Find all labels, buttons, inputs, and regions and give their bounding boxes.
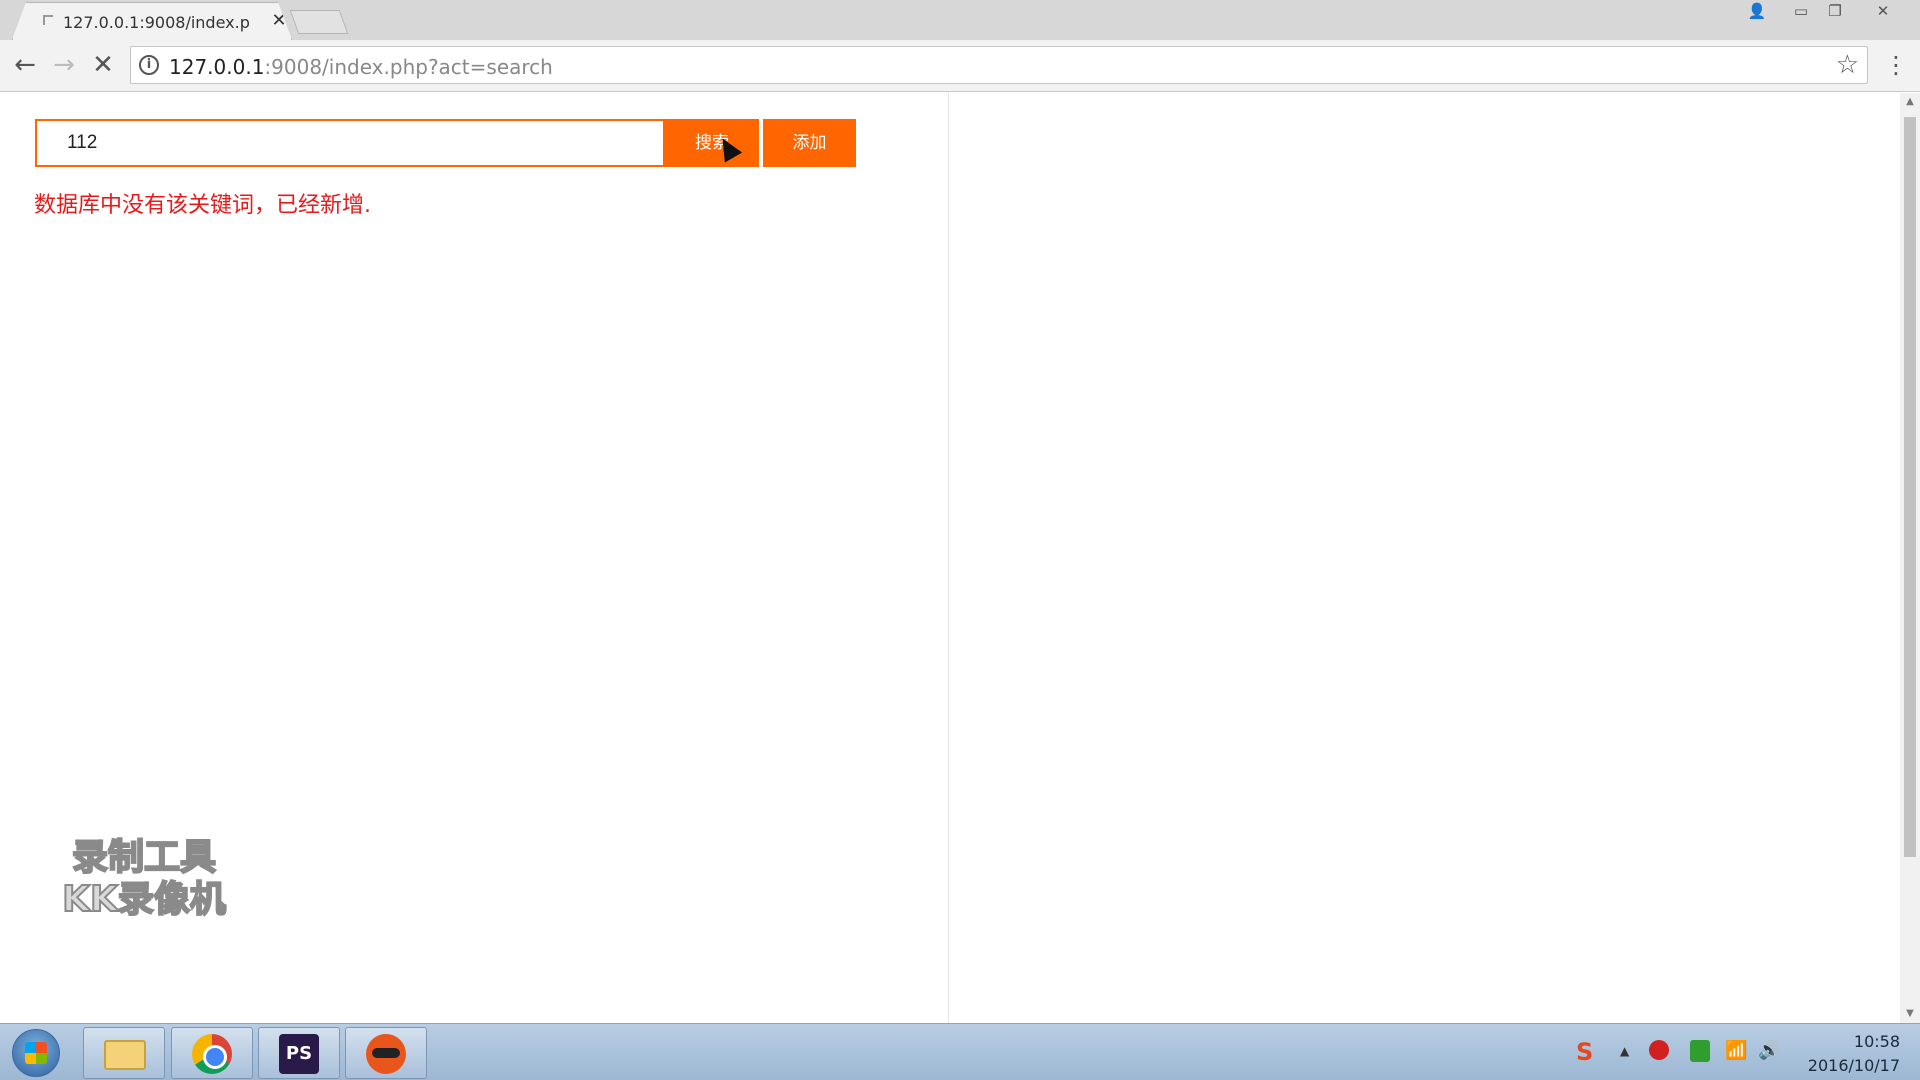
tab-close-icon[interactable]: ✕ <box>269 11 289 31</box>
system-clock[interactable]: 10:58 2016/10/17 <box>1790 1030 1900 1078</box>
taskbar-chrome[interactable] <box>171 1027 253 1079</box>
new-tab-button[interactable] <box>289 10 349 34</box>
add-button[interactable]: 添加 <box>763 119 856 167</box>
phpstorm-icon: PS <box>279 1034 319 1074</box>
taskbar-phpstorm[interactable]: PS <box>258 1027 340 1079</box>
shield-tray-icon[interactable] <box>1690 1040 1710 1062</box>
minimize-icon[interactable]: ▭ <box>1784 0 1818 24</box>
start-button[interactable] <box>12 1029 60 1077</box>
search-button[interactable]: 搜索 <box>665 119 759 167</box>
folder-icon <box>104 1040 146 1070</box>
tab-title: 127.0.0.1:9008/index.p <box>63 13 250 32</box>
watermark-line-1: 录制工具 <box>71 836 217 879</box>
clock-time: 10:58 <box>1853 1032 1900 1051</box>
taskbar-explorer[interactable] <box>83 1027 165 1079</box>
recorder-watermark: 录制工具 KK录像机 <box>44 836 244 921</box>
vertical-scrollbar[interactable]: ▲ ▼ <box>1900 93 1920 1023</box>
tab-strip: 127.0.0.1:9008/index.p ✕ 👤 ▭ ❐ ✕ <box>0 0 1920 40</box>
bookmark-star-icon[interactable]: ☆ <box>1836 50 1859 80</box>
sogou-input-icon[interactable]: S <box>1576 1038 1593 1066</box>
scroll-up-icon[interactable]: ▲ <box>1900 93 1920 111</box>
scroll-thumb[interactable] <box>1904 117 1916 857</box>
user-profile-icon[interactable]: 👤 <box>1740 0 1774 24</box>
tray-expand-icon[interactable]: ▲ <box>1620 1044 1629 1058</box>
back-arrow-icon[interactable]: ← <box>9 50 41 82</box>
windows-logo-icon <box>25 1042 47 1064</box>
close-window-icon[interactable]: ✕ <box>1866 0 1900 24</box>
forward-arrow-icon[interactable]: → <box>48 50 80 82</box>
watermark-line-2: KK录像机 <box>61 878 227 921</box>
kk-recorder-icon <box>366 1034 406 1074</box>
scroll-down-icon[interactable]: ▼ <box>1900 1005 1920 1023</box>
site-info-icon[interactable]: i <box>139 55 159 75</box>
browser-menu-icon[interactable]: ⋮ <box>1884 50 1908 82</box>
column-divider <box>948 93 949 1023</box>
ladybug-tray-icon[interactable] <box>1649 1040 1669 1060</box>
address-bar[interactable]: i 127.0.0.1:9008/index.php?act=search ☆ <box>130 46 1868 84</box>
url-text: 127.0.0.1:9008/index.php?act=search <box>169 55 553 79</box>
browser-toolbar: ← → ✕ i 127.0.0.1:9008/index.php?act=sea… <box>0 40 1920 92</box>
page-viewport: 搜索 添加 数据库中没有该关键词，已经新增. 录制工具 KK录像机 <box>0 93 1900 1023</box>
windows-taskbar: PS S ▲ 📶 🔊 10:58 2016/10/17 <box>0 1023 1920 1080</box>
restore-icon[interactable]: ❐ <box>1818 0 1852 24</box>
volume-icon[interactable]: 🔊 <box>1758 1040 1780 1061</box>
clock-date: 2016/10/17 <box>1807 1056 1900 1075</box>
browser-tab[interactable]: 127.0.0.1:9008/index.p ✕ <box>12 2 292 40</box>
loading-favicon-icon <box>43 15 53 25</box>
network-signal-icon[interactable]: 📶 <box>1725 1040 1747 1061</box>
result-message: 数据库中没有该关键词，已经新增. <box>34 193 371 218</box>
url-path: :9008/index.php?act=search <box>264 55 553 79</box>
keyword-search-input[interactable] <box>35 119 665 167</box>
chrome-icon <box>192 1034 232 1074</box>
url-host: 127.0.0.1 <box>169 55 265 79</box>
stop-loading-icon[interactable]: ✕ <box>87 50 119 82</box>
taskbar-kk-recorder[interactable] <box>345 1027 427 1079</box>
